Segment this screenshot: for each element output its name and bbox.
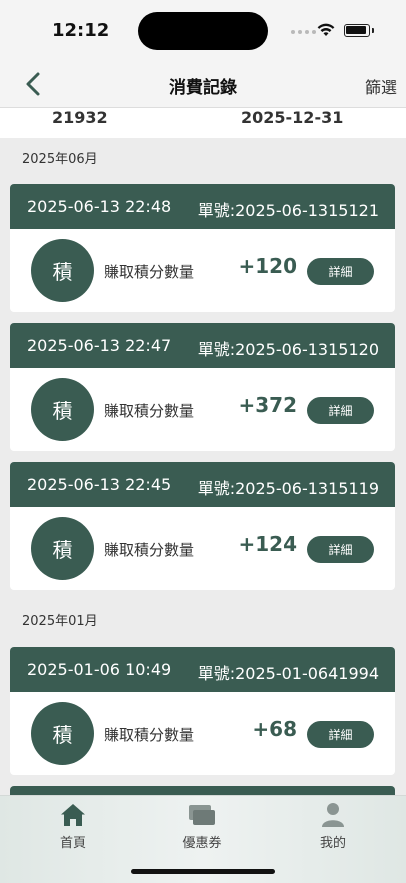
record-card: 2025-06-13 22:47 單號:2025-06-1315120 積 賺取… <box>10 323 395 451</box>
record-card: 2025-01-06 10:49 單號:2025-01-0641994 積 賺取… <box>10 647 395 775</box>
record-card-header: 2025-01-06 10:49 單號:2025-01-0641994 <box>10 647 395 692</box>
record-order-number: 單號:2025-01-0641994 <box>197 664 379 683</box>
points-badge: 積 <box>31 239 94 302</box>
tab-coupons[interactable]: 優惠券 <box>152 802 252 851</box>
tab-profile-label: 我的 <box>319 836 346 851</box>
points-badge: 積 <box>31 378 94 441</box>
record-description: 賺取積分數量 <box>104 402 195 420</box>
month-header: 2025年01月 <box>22 614 98 629</box>
month-header: 2025年06月 <box>22 152 98 167</box>
dynamic-island <box>138 12 268 50</box>
record-description: 賺取積分數量 <box>104 541 195 559</box>
record-card: 2025-06-13 22:45 單號:2025-06-1315119 積 賺取… <box>10 462 395 590</box>
filter-button[interactable]: 篩選 <box>365 74 397 98</box>
record-date: 2025-01-06 10:49 <box>27 660 172 679</box>
tab-coupons-label: 優惠券 <box>182 836 222 851</box>
record-order-number: 單號:2025-06-1315121 <box>197 201 379 220</box>
detail-button[interactable]: 詳細 <box>307 721 374 748</box>
record-date: 2025-06-13 22:45 <box>27 475 172 494</box>
status-time: 12:12 <box>52 20 110 41</box>
profile-icon <box>322 803 344 827</box>
expiry-date: 2025-12-31 <box>241 108 344 127</box>
page-title: 消費記錄 <box>169 78 237 98</box>
home-indicator <box>131 869 275 874</box>
coupon-icon <box>189 805 215 825</box>
cellular-signal-icon <box>291 30 316 34</box>
points-balance: 21932 <box>52 108 108 127</box>
tab-home[interactable]: 首頁 <box>23 802 123 851</box>
summary-strip: 21932 2025-12-31 <box>0 108 406 138</box>
record-order-number: 單號:2025-06-1315120 <box>197 340 379 359</box>
record-description: 賺取積分數量 <box>104 726 195 744</box>
nav-bar: 消費記錄 篩選 <box>0 60 406 108</box>
detail-button[interactable]: 詳細 <box>307 536 374 563</box>
record-card-header: 2025-06-13 22:45 單號:2025-06-1315119 <box>10 462 395 507</box>
points-badge: 積 <box>31 702 94 765</box>
record-description: 賺取積分數量 <box>104 263 195 281</box>
record-card-header: 2025-06-13 22:47 單號:2025-06-1315120 <box>10 323 395 368</box>
record-points: +120 <box>238 254 297 278</box>
record-date: 2025-06-13 22:48 <box>27 197 172 216</box>
record-points: +372 <box>238 393 297 417</box>
record-order-number: 單號:2025-06-1315119 <box>197 479 379 498</box>
battery-icon <box>344 24 374 37</box>
detail-button[interactable]: 詳細 <box>307 258 374 285</box>
record-points: +68 <box>252 717 297 741</box>
wifi-icon <box>317 23 335 36</box>
tab-home-label: 首頁 <box>59 836 86 851</box>
points-badge: 積 <box>31 517 94 580</box>
tab-profile[interactable]: 我的 <box>283 802 383 851</box>
detail-button[interactable]: 詳細 <box>307 397 374 424</box>
record-card: 2025-06-13 22:48 單號:2025-06-1315121 積 賺取… <box>10 184 395 312</box>
home-icon <box>61 804 85 826</box>
status-bar: 12:12 <box>0 0 406 60</box>
record-card-header: 2025-06-13 22:48 單號:2025-06-1315121 <box>10 184 395 229</box>
record-points: +124 <box>238 532 297 556</box>
record-date: 2025-06-13 22:47 <box>27 336 172 355</box>
